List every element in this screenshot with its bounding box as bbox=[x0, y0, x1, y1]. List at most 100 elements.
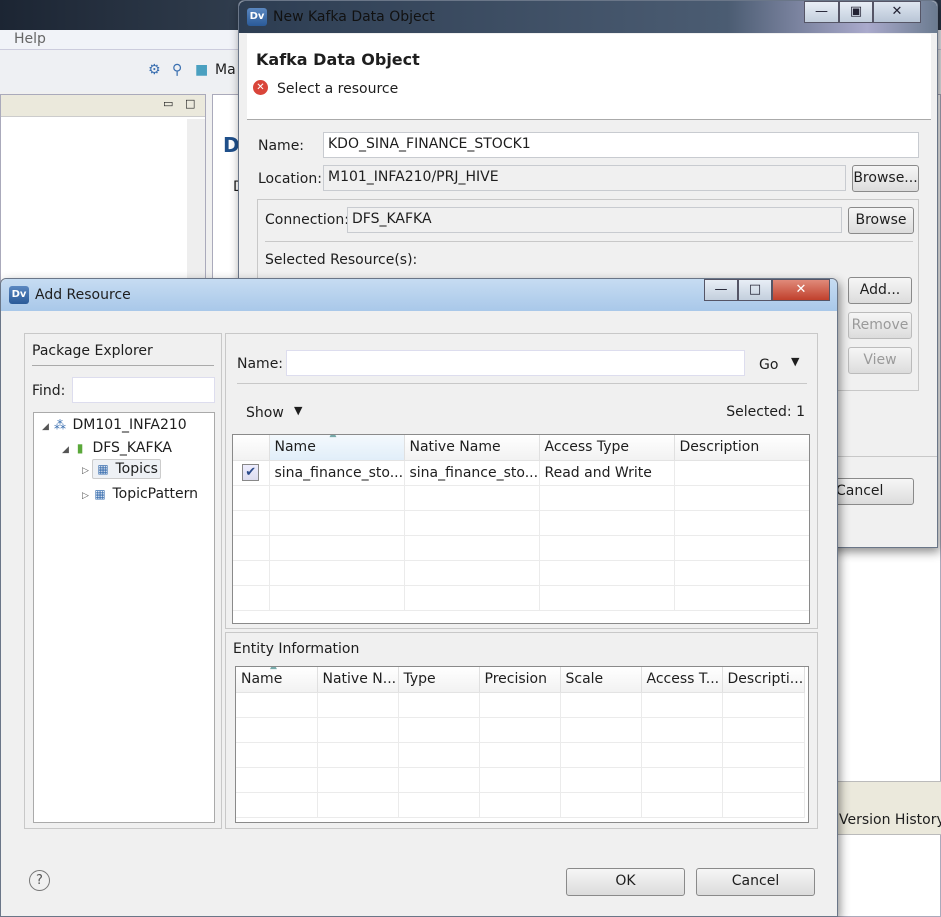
show-menu[interactable]: Show bbox=[246, 405, 284, 421]
column-header-scale[interactable]: Scale bbox=[560, 667, 642, 693]
divider bbox=[265, 241, 913, 242]
maximize-icon[interactable]: □ bbox=[185, 97, 195, 110]
location-label: Location: bbox=[258, 171, 322, 187]
package-tree: ◢ ⁂ DM101_INFA210 ◢ ▮ DFS_KAFKA ▷ ▦ Topics … bbox=[33, 412, 215, 823]
table-header: ▲Name Native Name Access Type Descriptio… bbox=[233, 435, 809, 461]
selected-resources-label: Selected Resource(s): bbox=[265, 252, 418, 268]
tree-item-label: DM101_INFA210 bbox=[72, 417, 187, 433]
tree-item-label: TopicPattern bbox=[112, 486, 199, 502]
help-icon[interactable]: ? bbox=[29, 870, 50, 891]
tab-version-history[interactable]: Version History bbox=[839, 812, 941, 828]
go-button[interactable]: Go bbox=[759, 357, 778, 373]
column-header-name[interactable]: ▲Name bbox=[236, 667, 318, 693]
minimize-button[interactable]: — bbox=[804, 1, 839, 23]
connection-label: Connection: bbox=[265, 212, 349, 228]
collapsed-arrow-icon[interactable]: ▷ bbox=[82, 466, 92, 476]
maximize-button[interactable]: ▣ bbox=[839, 1, 873, 23]
error-message: Select a resource bbox=[277, 81, 399, 97]
project-icon: ⁂ bbox=[54, 418, 66, 432]
close-button[interactable]: ✕ bbox=[873, 1, 921, 23]
add-button[interactable]: Add... bbox=[848, 277, 912, 304]
maximize-button[interactable]: □ bbox=[738, 279, 772, 301]
find-input[interactable] bbox=[72, 377, 215, 403]
cell-access-type: Read and Write bbox=[539, 460, 675, 486]
divider bbox=[32, 365, 214, 366]
column-header-description[interactable]: Descripti... bbox=[722, 667, 805, 693]
folder-icon: ▦ bbox=[94, 487, 106, 501]
search-db-icon[interactable]: ⚲ bbox=[172, 62, 182, 78]
name-label: Name: bbox=[258, 138, 305, 154]
dialog-heading: Kafka Data Object bbox=[256, 50, 420, 69]
remove-button[interactable]: Remove bbox=[848, 312, 912, 339]
package-explorer-title: Package Explorer bbox=[32, 343, 153, 359]
tree-item-connection[interactable]: ◢ ▮ DFS_KAFKA bbox=[62, 440, 172, 456]
close-button[interactable]: ✕ bbox=[772, 279, 830, 301]
ok-button[interactable]: OK bbox=[566, 868, 685, 896]
gear-db-icon[interactable]: ⚙ bbox=[148, 62, 161, 78]
selected-count: Selected: 1 bbox=[726, 404, 805, 420]
expanded-arrow-icon[interactable]: ◢ bbox=[42, 422, 52, 432]
cell-description bbox=[674, 460, 809, 486]
connection-browse-button[interactable]: Browse bbox=[848, 207, 914, 234]
scrollbar[interactable] bbox=[187, 119, 205, 299]
entity-table: ▲Name Native N... Type Precision Scale A… bbox=[235, 666, 809, 823]
resources-panel: Name: Go ▼ Show ▼ Selected: 1 ▲Name Nati… bbox=[225, 333, 818, 629]
entity-information-panel: Entity Information ▲Name Native N... Typ… bbox=[225, 632, 818, 829]
title-bar: Dv Add Resource — □ ✕ bbox=[1, 279, 837, 311]
column-header-native-name[interactable]: Native N... bbox=[317, 667, 399, 693]
error-icon: ✕ bbox=[253, 80, 268, 95]
column-header-type[interactable]: Type bbox=[398, 667, 480, 693]
show-dropdown-icon[interactable]: ▼ bbox=[294, 404, 302, 417]
tree-item-label: DFS_KAFKA bbox=[92, 440, 173, 456]
app-icon: Dv bbox=[9, 286, 29, 304]
title-bar: Dv New Kafka Data Object — ▣ ✕ bbox=[239, 1, 937, 33]
menu-help[interactable]: Help bbox=[14, 31, 46, 47]
tree-item-label: Topics bbox=[115, 461, 158, 477]
name-filter-input[interactable] bbox=[286, 350, 745, 376]
dialog-title: New Kafka Data Object bbox=[273, 9, 435, 25]
column-header-name[interactable]: ▲Name bbox=[269, 435, 405, 461]
row-checkbox[interactable]: ✔ bbox=[242, 464, 260, 481]
collapsed-arrow-icon[interactable]: ▷ bbox=[82, 491, 92, 501]
app-icon: Dv bbox=[247, 8, 267, 26]
tree-item-project[interactable]: ◢ ⁂ DM101_INFA210 bbox=[42, 417, 187, 433]
column-header-access-type[interactable]: Access T... bbox=[641, 667, 723, 693]
connection-input[interactable]: DFS_KAFKA bbox=[347, 207, 842, 233]
tree-item-topics[interactable]: ▷ ▦ Topics bbox=[82, 459, 161, 479]
column-header-precision[interactable]: Precision bbox=[479, 667, 561, 693]
find-label: Find: bbox=[32, 383, 66, 399]
name-filter-label: Name: bbox=[237, 356, 284, 372]
cell-native-name: sina_finance_sto... bbox=[404, 460, 540, 486]
column-header-description[interactable]: Description bbox=[674, 435, 809, 461]
resources-table: ▲Name Native Name Access Type Descriptio… bbox=[232, 434, 810, 624]
package-explorer-panel: Package Explorer Find: ◢ ⁂ DM101_INFA210 … bbox=[24, 333, 222, 829]
minimize-icon[interactable]: ▭ bbox=[163, 97, 173, 110]
dialog-title: Add Resource bbox=[35, 287, 131, 303]
location-input[interactable]: M101_INFA210/PRJ_HIVE bbox=[323, 165, 846, 191]
connection-icon: ▮ bbox=[76, 441, 84, 455]
minimize-button[interactable]: — bbox=[704, 279, 738, 301]
bottom-tab-bar: Version History bbox=[837, 781, 941, 835]
go-dropdown-icon[interactable]: ▼ bbox=[791, 355, 799, 368]
column-header-native-name[interactable]: Native Name bbox=[404, 435, 540, 461]
location-browse-button[interactable]: Browse... bbox=[852, 165, 919, 192]
table-row[interactable]: ✔ sina_finance_sto... sina_finance_sto..… bbox=[233, 460, 809, 486]
sort-ascending-icon: ▲ bbox=[330, 435, 337, 439]
divider bbox=[237, 383, 807, 384]
cube-icon[interactable]: ■ bbox=[195, 62, 208, 78]
column-header-access-type[interactable]: Access Type bbox=[539, 435, 675, 461]
dialog-header: Kafka Data Object ✕ Select a resource bbox=[247, 34, 931, 120]
tree-item-topicpattern[interactable]: ▷ ▦ TopicPattern bbox=[82, 486, 198, 502]
toolbar-label[interactable]: Ma bbox=[215, 62, 236, 78]
cell-name: sina_finance_sto... bbox=[269, 460, 405, 486]
add-resource-dialog: Dv Add Resource — □ ✕ Package Explorer F… bbox=[0, 278, 838, 917]
cancel-button[interactable]: Cancel bbox=[696, 868, 815, 896]
view-button[interactable]: View bbox=[848, 347, 912, 374]
name-input[interactable]: KDO_SINA_FINANCE_STOCK1 bbox=[323, 132, 919, 158]
table-header: ▲Name Native N... Type Precision Scale A… bbox=[236, 667, 805, 693]
sort-ascending-icon: ▲ bbox=[270, 667, 277, 671]
expanded-arrow-icon[interactable]: ◢ bbox=[62, 445, 72, 455]
folder-icon: ▦ bbox=[97, 462, 109, 476]
column-header-select[interactable] bbox=[233, 435, 270, 461]
entity-information-title: Entity Information bbox=[233, 641, 360, 657]
